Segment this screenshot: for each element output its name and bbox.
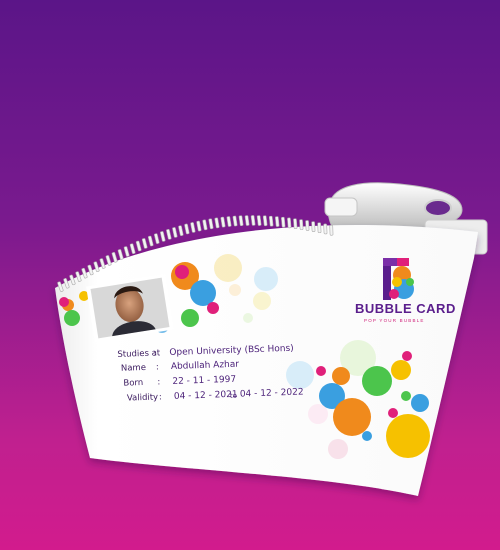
zipper-tooth [105,255,112,266]
zipper-tooth [141,238,148,249]
zipper-tooth [268,215,274,227]
zipper-tooth [172,227,178,238]
brand-name: BUBBLE CARD [355,301,456,316]
zipper-tooth [262,215,268,227]
bubble-dot [386,414,430,458]
bubble-dot [411,394,429,412]
zipper-tooth [275,216,280,227]
zipper-tooth [256,215,262,226]
bubble-dot [64,310,80,326]
zipper-tooth [299,219,304,230]
zipper-tooth [160,231,166,242]
zipper-tooth [244,215,250,226]
bubble-dot [362,366,392,396]
zipper-tooth [184,223,190,235]
bubble-dot [391,360,411,380]
bubble-dot [175,265,189,279]
zipper-tooth [154,233,160,244]
zipper-tooth [129,243,136,255]
bubble-dot [207,302,219,314]
bubble-dot [229,284,241,296]
field-colon: : [157,377,160,387]
zipper-tooth [166,229,172,240]
bubble-dot [316,366,326,376]
zipper-tooth [323,223,328,235]
zipper-tooth [220,216,226,228]
zipper-tooth [214,217,220,229]
bubble-dot [333,398,371,436]
bubble-dot [254,267,278,291]
bubble-dot [286,361,314,389]
zipper-tooth [117,249,124,260]
field-colon: : [159,392,162,402]
zipper-tooth [232,215,238,227]
zipper-tooth [135,240,142,252]
field-colon: : [153,349,156,359]
zipper-tooth [178,225,184,236]
field-colon: : [156,362,159,372]
zipper-tooth [147,235,154,247]
zipper-tooth [226,216,232,227]
zipper-tooth [196,220,202,232]
zipper-tooth [281,216,286,228]
zipper-tooth [305,220,310,231]
zipper-tooth [287,217,292,229]
id-card-scene: BUBBLE CARD POP YOUR BUBBLE Studies at :… [55,182,488,497]
bubble-dot [181,309,199,327]
bubble-dot [253,292,271,310]
bubble-dot [332,367,350,385]
zipper-tooth [317,222,322,234]
zipper-tooth [250,215,256,226]
zipper-tooth [208,218,214,230]
bubble-dot [59,297,69,307]
zipper-tooth [202,219,208,231]
zipper-tooth [111,252,118,263]
bubble-dot [401,391,411,401]
bubble-dot [243,313,253,323]
bubble-dot [388,408,398,418]
field-validity-connector: to [230,392,237,400]
bubble-dot [362,431,372,441]
zipper-tooth [329,224,334,236]
brand-tagline: POP YOUR BUBBLE [364,318,425,323]
zipper-tooth [123,246,130,257]
bubble-dot [402,351,412,361]
zipper-tooth [238,215,244,227]
bubble-dot [328,439,348,459]
zipper-tooth [293,218,298,230]
bubble-dot [308,404,328,424]
field-label-validity: Validity [127,392,159,403]
field-label-born: Born [123,378,143,389]
field-label-name: Name [121,363,146,374]
bubble-dot [214,254,242,282]
zipper-tooth [311,221,316,232]
zipper-tooth [190,222,196,233]
